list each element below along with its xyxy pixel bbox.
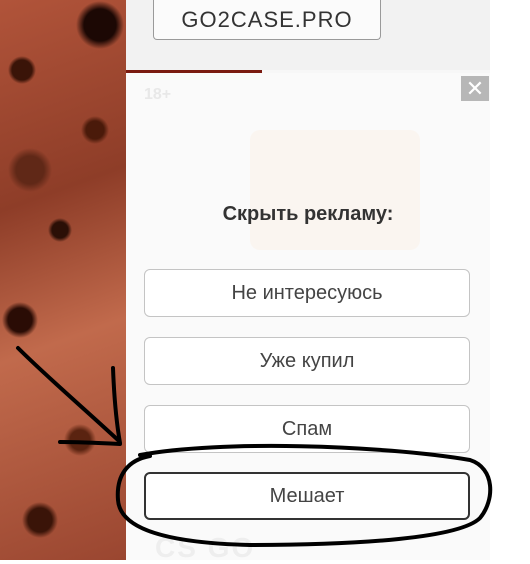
close-ad-button[interactable]: ✕: [461, 76, 489, 101]
background-ad-text: CS GO: [155, 532, 256, 563]
option-spam-button[interactable]: Спам: [144, 405, 470, 453]
option-already-bought-button[interactable]: Уже купил: [144, 337, 470, 385]
brand-button[interactable]: GO2CASE.PRO: [153, 0, 381, 40]
gift-background-image: [250, 130, 420, 250]
hide-ad-title: Скрыть рекламу:: [222, 203, 394, 225]
age-badge: 18+: [144, 86, 172, 103]
background-image: [0, 0, 126, 560]
option-annoying-button[interactable]: Мешает: [144, 472, 470, 520]
option-not-interested-button[interactable]: Не интересуюсь: [144, 269, 470, 317]
